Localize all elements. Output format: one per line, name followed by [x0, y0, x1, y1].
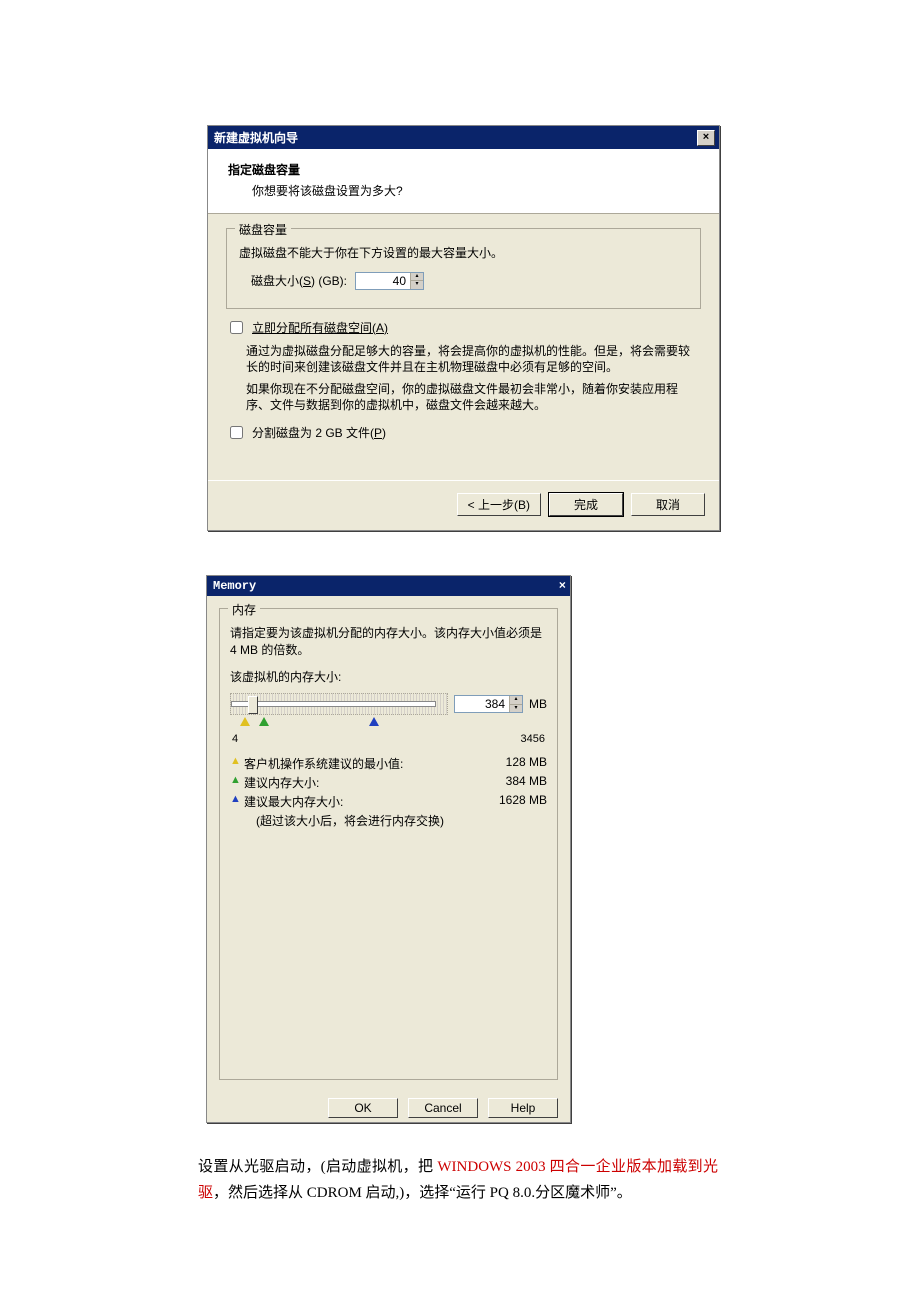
- allocate-now-checkbox[interactable]: [230, 321, 243, 334]
- spin-up-icon[interactable]: ▴: [410, 273, 423, 281]
- spin-down-icon[interactable]: ▾: [509, 704, 522, 713]
- disk-wizard-titlebar: 新建虚拟机向导 ×: [208, 126, 719, 149]
- triangle-max-icon: [369, 717, 379, 726]
- memory-title: Memory: [213, 579, 256, 593]
- body-paragraph: 设置从光驱启动，(启动虚拟机，把 WINDOWS 2003 四合一企业版本加载到…: [198, 1155, 718, 1206]
- memory-titlebar: Memory ×: [207, 576, 570, 596]
- spin-up-icon[interactable]: ▴: [509, 696, 522, 704]
- wizard-button-bar: < 上一步(B) 完成 取消: [208, 480, 719, 530]
- memory-value[interactable]: [455, 696, 509, 712]
- disk-size-value[interactable]: [356, 273, 410, 289]
- disk-wizard-title: 新建虚拟机向导: [214, 129, 298, 146]
- disk-capacity-legend: 磁盘容量: [235, 221, 291, 238]
- allocate-now-label: 立即分配所有磁盘空间(A): [252, 319, 388, 336]
- triangle-min-icon: ▲: [230, 755, 244, 767]
- memory-legend: 内存: [228, 601, 260, 618]
- cancel-button[interactable]: 取消: [631, 493, 705, 516]
- memory-value-input[interactable]: ▴ ▾: [454, 695, 523, 713]
- allocate-note: 通过为虚拟磁盘分配足够大的容量，将会提高你的虚拟机的性能。但是，将会需要较长的时…: [246, 343, 701, 375]
- memory-desc: 请指定要为该虚拟机分配的内存大小。该内存大小值必须是 4 MB 的倍数。: [230, 625, 547, 659]
- slider-min: 4: [232, 733, 238, 745]
- limit-text: 虚拟磁盘不能大于你在下方设置的最大容量大小。: [239, 245, 688, 262]
- triangle-min-icon: [240, 717, 250, 726]
- disk-wizard-dialog: 新建虚拟机向导 × 指定磁盘容量 你想要将该磁盘设置为多大? 磁盘容量 虚拟磁盘…: [207, 125, 720, 531]
- rec-min-value: 128 MB: [487, 755, 547, 769]
- split-disk-checkbox[interactable]: [230, 426, 243, 439]
- rec-sug-value: 384 MB: [487, 774, 547, 788]
- spin-down-icon[interactable]: ▾: [410, 280, 423, 289]
- rec-sug-label: 建议内存大小:: [244, 774, 487, 791]
- close-icon[interactable]: ×: [697, 130, 715, 146]
- finish-button[interactable]: 完成: [549, 493, 623, 516]
- slider-max: 3456: [521, 733, 545, 745]
- help-button[interactable]: Help: [488, 1098, 558, 1118]
- spinner-buttons[interactable]: ▴ ▾: [410, 273, 423, 289]
- spinner-buttons[interactable]: ▴ ▾: [509, 696, 522, 712]
- memory-group: 内存 请指定要为该虚拟机分配的内存大小。该内存大小值必须是 4 MB 的倍数。 …: [219, 608, 558, 1080]
- ok-button[interactable]: OK: [328, 1098, 398, 1118]
- memory-button-bar: OK Cancel Help: [207, 1088, 570, 1130]
- disk-size-input[interactable]: ▴ ▾: [355, 272, 424, 290]
- split-disk-label: 分割磁盘为 2 GB 文件(P): [252, 424, 386, 441]
- slider-thumb-icon[interactable]: [248, 696, 258, 714]
- memory-slider[interactable]: [230, 693, 448, 715]
- disk-size-label: 磁盘大小(S) (GB):: [251, 272, 347, 289]
- triangle-recommended-icon: ▲: [230, 774, 244, 786]
- cancel-button[interactable]: Cancel: [408, 1098, 478, 1118]
- grow-note: 如果你现在不分配磁盘空间，你的虚拟磁盘文件最初会非常小，随着你安装应用程序、文件…: [246, 381, 701, 413]
- swap-note: (超过该大小后，将会进行内存交换): [256, 812, 547, 829]
- wizard-header: 指定磁盘容量 你想要将该磁盘设置为多大?: [208, 149, 719, 214]
- rec-max-label: 建议最大内存大小:: [244, 793, 487, 810]
- triangle-recommended-icon: [259, 717, 269, 726]
- disk-capacity-group: 磁盘容量 虚拟磁盘不能大于你在下方设置的最大容量大小。 磁盘大小(S) (GB)…: [226, 228, 701, 309]
- memory-dialog: Memory × 内存 请指定要为该虚拟机分配的内存大小。该内存大小值必须是 4…: [206, 575, 571, 1123]
- memory-size-label: 该虚拟机的内存大小:: [230, 669, 547, 686]
- wizard-header-title: 指定磁盘容量: [228, 161, 701, 178]
- triangle-max-icon: ▲: [230, 793, 244, 805]
- rec-min-label: 客户机操作系统建议的最小值:: [244, 755, 487, 772]
- wizard-header-subtitle: 你想要将该磁盘设置为多大?: [252, 182, 701, 199]
- rec-max-value: 1628 MB: [487, 793, 547, 807]
- memory-unit: MB: [529, 697, 547, 711]
- back-button[interactable]: < 上一步(B): [457, 493, 541, 516]
- close-icon[interactable]: ×: [559, 579, 566, 593]
